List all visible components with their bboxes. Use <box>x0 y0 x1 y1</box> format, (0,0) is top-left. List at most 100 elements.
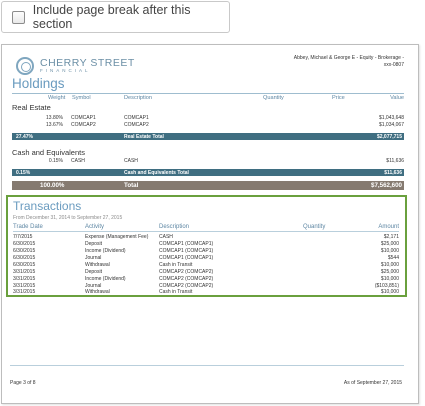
holding-value: $11,636 <box>386 158 404 164</box>
group-real-estate: Real Estate <box>12 103 51 112</box>
col-quantity: Quantity <box>263 95 284 101</box>
tx-date: 6/30/2015 <box>13 241 36 247</box>
tx-description: COMCAP1 (COMCAP1) <box>159 255 214 261</box>
tx-amount: $25,000 <box>380 269 399 275</box>
grand-total-bar: 100.00% Total $7,562,600 <box>12 181 404 190</box>
holding-row: 0.15% CASH CASH $11,636 <box>12 158 404 165</box>
tx-amount: $10,000 <box>380 276 399 282</box>
page-break-checkbox[interactable] <box>12 10 25 24</box>
transactions-section[interactable]: Transactions From December 31, 2014 to S… <box>6 195 407 297</box>
holding-symbol: CASH <box>71 158 85 164</box>
holding-value: $1,034,067 <box>378 122 404 128</box>
group-total-label: Real Estate Total <box>124 134 164 140</box>
group-total-bar: 27.47% Real Estate Total $2,077,715 <box>12 133 404 140</box>
page-break-option[interactable]: Include page break after this section <box>1 1 230 33</box>
account-line-2: xxx-0807 <box>383 62 404 68</box>
holding-weight: 13.80% <box>46 115 63 121</box>
col-trade-date: Trade Date <box>13 224 43 230</box>
tx-date: 3/31/2015 <box>13 276 36 282</box>
col-description: Description <box>124 95 152 101</box>
group-total-value: $2,077,715 <box>376 134 402 140</box>
holdings-title: Holdings <box>12 76 65 91</box>
transactions-date-range: From December 31, 2014 to September 27, … <box>13 215 123 221</box>
tx-description: Cash in Transit <box>159 289 193 295</box>
tx-amount: $25,000 <box>380 241 399 247</box>
holding-row: 13.67% COMCAP2 COMCAP2 $1,034,067 <box>12 122 404 129</box>
page-number: Page 3 of 8 <box>10 380 36 386</box>
tx-activity: Deposit <box>85 241 102 247</box>
transaction-row: 6/30/2015 Deposit COMCAP1 (COMCAP1) $25,… <box>13 241 399 248</box>
holding-weight: 13.67% <box>46 122 63 128</box>
tx-amount: $10,000 <box>380 248 399 254</box>
holding-row: 13.80% COMCAP1 COMCAP1 $1,043,648 <box>12 115 404 122</box>
col-amount: Amount <box>378 224 399 230</box>
holding-description: COMCAP2 <box>124 122 149 128</box>
tx-activity: Deposit <box>85 269 102 275</box>
tx-date: 6/30/2015 <box>13 248 36 254</box>
holding-description: CASH <box>124 158 138 164</box>
tx-date: 6/30/2015 <box>13 262 36 268</box>
group-total-weight: 27.47% <box>16 134 33 140</box>
tx-date: 6/30/2015 <box>13 255 36 261</box>
grand-total-value: $7,562,600 <box>371 182 402 189</box>
footer-rule <box>10 365 404 366</box>
col-price: Price <box>332 95 345 101</box>
tx-description: COMCAP2 (COMCAP2) <box>159 276 214 282</box>
tx-date: 3/31/2015 <box>13 289 36 295</box>
transaction-row: 6/30/2015 Withdrawal Cash in Transit $10… <box>13 262 399 269</box>
transactions-title: Transactions <box>13 199 82 213</box>
transaction-row: 3/31/2015 Income (Dividend) COMCAP2 (COM… <box>13 276 399 283</box>
tx-description: COMCAP2 (COMCAP2) <box>159 269 214 275</box>
col-symbol: Symbol <box>72 95 91 101</box>
transaction-row: 3/31/2015 Withdrawal Cash in Transit $10… <box>13 289 399 296</box>
tx-activity: Income (Dividend) <box>85 248 126 254</box>
group-total-label: Cash and Equivalents Total <box>124 170 189 176</box>
holding-value: $1,043,648 <box>378 115 404 121</box>
tx-amount: $10,000 <box>380 289 399 295</box>
holdings-rule <box>12 93 404 94</box>
group-total-weight: 0.15% <box>16 170 31 176</box>
tx-date: 3/31/2015 <box>13 269 36 275</box>
tx-description: COMCAP1 (COMCAP1) <box>159 241 214 247</box>
tx-activity: Income (Dividend) <box>85 276 126 282</box>
transaction-row: 6/30/2015 Income (Dividend) COMCAP1 (COM… <box>13 248 399 255</box>
holding-description: COMCAP1 <box>124 115 149 121</box>
logo-icon <box>16 57 34 75</box>
transaction-row: 6/30/2015 Journal COMCAP1 (COMCAP1) $544 <box>13 255 399 262</box>
tx-date: 7/7/2015 <box>13 234 33 240</box>
tx-description: CASH <box>159 234 173 240</box>
company-logo: CHERRY STREET FINANCIAL <box>16 57 135 75</box>
tx-activity: Withdrawal <box>85 289 110 295</box>
account-name: Abbey, Michael & George E - Equity - Bro… <box>294 55 404 69</box>
col-activity: Activity <box>85 224 105 230</box>
col-value: Value <box>390 95 404 101</box>
grand-total-label: Total <box>124 182 139 189</box>
col-description: Description <box>159 224 190 230</box>
holdings-header: Weight Symbol Description Quantity Price… <box>12 95 404 103</box>
transactions-header: Trade Date Activity Description Quantity… <box>13 224 399 232</box>
tx-amount: $10,000 <box>380 262 399 268</box>
col-weight: Weight <box>48 95 66 101</box>
account-line-1: Abbey, Michael & George E - Equity - Bro… <box>293 55 404 61</box>
group-total-value: $11,636 <box>384 170 402 176</box>
as-of-date: As of September 27, 2015 <box>343 380 402 386</box>
tx-amount: $2,171 <box>383 234 399 240</box>
transaction-row: 3/31/2015 Deposit COMCAP2 (COMCAP2) $25,… <box>13 269 399 276</box>
page-break-label: Include page break after this section <box>32 3 191 31</box>
transaction-row: 7/7/2015 Expense (Management Fee) CASH $… <box>13 234 399 241</box>
holding-symbol: COMCAP1 <box>71 115 96 121</box>
col-quantity: Quantity <box>303 224 326 230</box>
holding-symbol: COMCAP2 <box>71 122 96 128</box>
report-page-preview: CHERRY STREET FINANCIAL Abbey, Michael &… <box>1 44 419 404</box>
group-cash: Cash and Equivalents <box>12 148 85 157</box>
tx-description: Cash in Transit <box>159 262 193 268</box>
tx-activity: Journal <box>85 255 102 261</box>
tx-amount: $544 <box>387 255 399 261</box>
tx-activity: Expense (Management Fee) <box>85 234 149 240</box>
tx-description: COMCAP1 (COMCAP1) <box>159 248 214 254</box>
group-total-bar: 0.15% Cash and Equivalents Total $11,636 <box>12 169 404 176</box>
holding-weight: 0.15% <box>48 158 63 164</box>
logo-name: CHERRY STREET <box>40 57 135 69</box>
tx-activity: Withdrawal <box>85 262 110 268</box>
grand-total-weight: 100.00% <box>40 182 65 189</box>
